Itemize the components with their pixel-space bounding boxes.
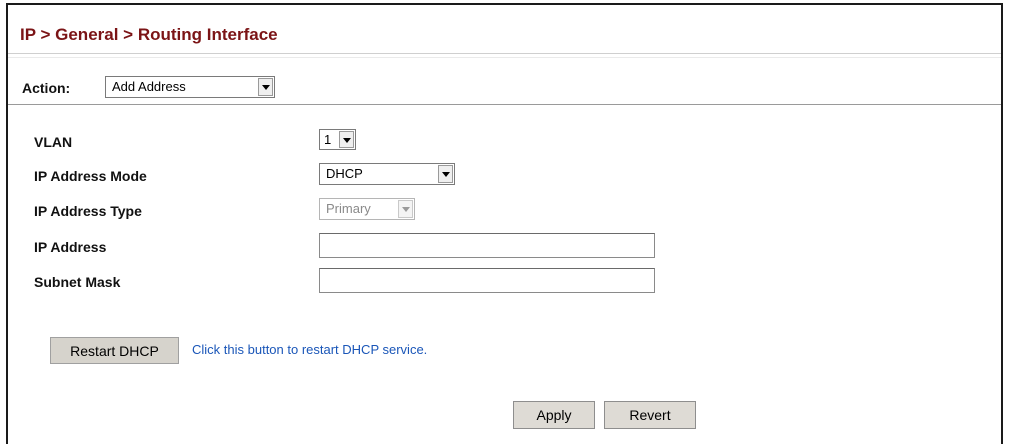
- routing-interface-panel: IP > General > Routing Interface Action:…: [6, 3, 1003, 444]
- subnet-mask-field[interactable]: [319, 268, 655, 293]
- chevron-down-icon[interactable]: [339, 131, 354, 148]
- page-title: IP > General > Routing Interface: [20, 25, 278, 44]
- vlan-select[interactable]: 1: [319, 129, 356, 150]
- restart-dhcp-button[interactable]: Restart DHCP: [50, 337, 179, 364]
- chevron-down-icon[interactable]: [438, 165, 453, 183]
- ip-address-mode-select[interactable]: DHCP: [319, 163, 455, 185]
- title-divider-shadow: [8, 57, 1001, 58]
- ip-address-type-value: Primary: [326, 201, 371, 216]
- section-divider: [8, 104, 1001, 105]
- subnet-mask-label: Subnet Mask: [34, 274, 121, 290]
- ip-address-mode-label: IP Address Mode: [34, 168, 147, 184]
- restart-dhcp-hint: Click this button to restart DHCP servic…: [192, 342, 428, 357]
- ip-address-label: IP Address: [34, 239, 107, 255]
- ip-address-mode-value: DHCP: [326, 166, 363, 181]
- action-label: Action:: [22, 80, 71, 96]
- ip-address-type-label: IP Address Type: [34, 203, 142, 219]
- chevron-down-icon[interactable]: [258, 78, 273, 96]
- vlan-label: VLAN: [34, 134, 73, 150]
- apply-button[interactable]: Apply: [513, 401, 595, 429]
- action-select-value: Add Address: [112, 79, 186, 94]
- vlan-select-value: 1: [324, 132, 332, 147]
- ip-address-type-select[interactable]: Primary: [319, 198, 415, 220]
- action-select[interactable]: Add Address: [105, 76, 275, 98]
- revert-button[interactable]: Revert: [604, 401, 696, 429]
- title-divider: [8, 53, 1001, 54]
- ip-address-field[interactable]: [319, 233, 655, 258]
- chevron-down-icon[interactable]: [398, 200, 413, 218]
